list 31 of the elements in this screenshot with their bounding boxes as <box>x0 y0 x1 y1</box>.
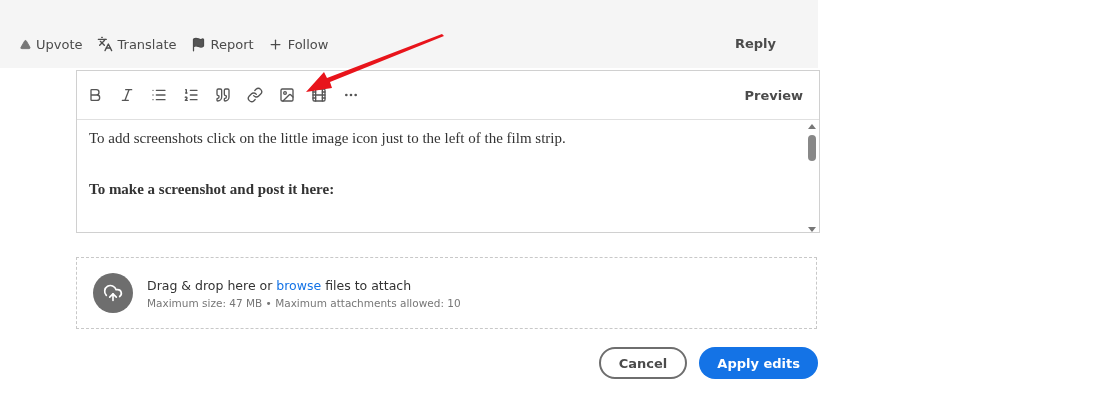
quote-icon[interactable] <box>215 87 231 103</box>
image-icon[interactable] <box>279 87 295 103</box>
follow-button[interactable]: Follow <box>265 36 331 52</box>
upload-icon <box>93 273 133 313</box>
film-icon[interactable] <box>311 87 327 103</box>
translate-button[interactable]: Translate <box>94 36 179 52</box>
triangle-icon <box>20 38 31 50</box>
scroll-thumb[interactable] <box>808 135 816 161</box>
cancel-button[interactable]: Cancel <box>598 347 688 379</box>
browse-link[interactable]: browse <box>276 277 322 293</box>
text-area[interactable]: To add screenshots click on the little image icon just to the left of the film strip. To make a screenshot and post it here: <box>77 120 805 232</box>
upvote-button[interactable]: Upvote <box>18 36 85 52</box>
report-button[interactable]: Report <box>188 36 256 52</box>
translate-icon <box>96 36 113 52</box>
paragraph: To make a screenshot and post it here: <box>89 181 336 198</box>
link-icon[interactable] <box>247 87 263 103</box>
reply-button[interactable]: Reply <box>728 35 782 52</box>
bold-icon[interactable] <box>87 87 103 103</box>
plus-icon <box>267 36 283 52</box>
paragraph: To add screenshots click on the little image icon just to the left of the film strip. <box>89 130 567 147</box>
scroll-down-icon[interactable] <box>808 227 816 232</box>
attachment-limits: Maximum size: 47 MB • Maximum attachments allowed: 10 <box>147 296 461 309</box>
scroll-up-icon[interactable] <box>808 124 816 129</box>
flag-icon <box>190 36 206 52</box>
drop-zone[interactable]: Drag & drop here or browse files to attach Maximum size: 47 MB • Maximum attachments allowed: 10 <box>76 257 817 329</box>
numbered-list-icon[interactable] <box>183 87 199 103</box>
drop-instructions: Drag & drop here or browse files to attach <box>147 277 413 293</box>
preview-button[interactable]: Preview <box>738 86 809 104</box>
apply-button[interactable]: Apply edits <box>699 347 818 379</box>
italic-icon[interactable] <box>119 87 135 103</box>
bulleted-list-icon[interactable] <box>151 87 167 103</box>
